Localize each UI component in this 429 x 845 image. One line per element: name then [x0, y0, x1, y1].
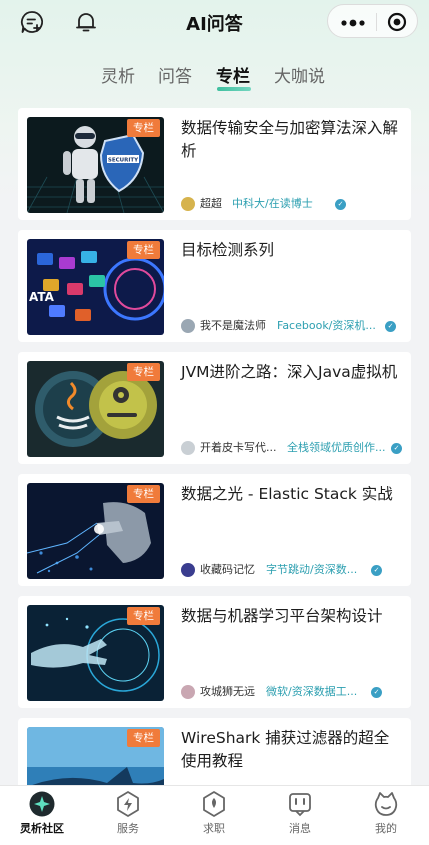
column-badge: 专栏	[127, 607, 160, 625]
column-card[interactable]: ATA 专栏 目标检测系列 我不是魔法师 Facebook/资深机... ✓	[18, 230, 411, 342]
avatar	[181, 685, 195, 699]
more-dots-icon[interactable]	[340, 15, 366, 29]
avatar	[181, 563, 195, 577]
column-cover-image: 专栏	[27, 727, 164, 785]
nav-label: 我的	[375, 822, 397, 835]
nav-messages[interactable]: 消息	[260, 790, 340, 842]
lightning-icon	[117, 791, 139, 817]
nav-label: 求职	[203, 822, 225, 835]
author-info: 攻城狮无远 微软/资深数据工... ✓	[181, 684, 403, 700]
author-org: 中科大/在读博士	[232, 197, 313, 210]
column-badge: 专栏	[127, 119, 160, 137]
nav-profile[interactable]: 我的	[346, 790, 426, 842]
column-title[interactable]: 数据传输安全与加密算法深入解析	[181, 117, 403, 163]
column-cover-image: 专栏	[27, 483, 164, 579]
verified-icon: ✓	[371, 687, 382, 698]
category-tabs: 灵析 问答 专栏 大咖说	[0, 62, 429, 92]
column-cover-image: SECURITY 专栏	[27, 117, 164, 213]
column-card[interactable]: 专栏 数据与机器学习平台架构设计 攻城狮无远 微软/资深数据工... ✓	[18, 596, 411, 708]
briefcase-icon	[203, 791, 225, 817]
column-cover-image: 专栏	[27, 605, 164, 701]
author-name[interactable]: 收藏码记忆	[200, 562, 255, 578]
bottom-nav: 灵析社区 服务 求职 消息 我的	[0, 785, 429, 845]
avatar	[181, 197, 195, 211]
column-list: SECURITY 专栏 数据传输安全与加密算法深入解析 超超 中科大/在读博士 …	[18, 108, 411, 785]
column-badge: 专栏	[127, 363, 160, 381]
verified-icon: ✓	[371, 565, 382, 576]
author-name[interactable]: 我不是魔法师	[200, 318, 266, 334]
tab-column[interactable]: 专栏	[216, 62, 250, 87]
nav-community[interactable]: 灵析社区	[2, 790, 82, 842]
avatar	[181, 441, 195, 455]
author-info: 我不是魔法师 Facebook/资深机... ✓	[181, 318, 403, 334]
message-icon	[289, 793, 311, 817]
nav-service[interactable]: 服务	[88, 790, 168, 842]
active-tab-indicator	[217, 87, 251, 91]
nav-label: 消息	[289, 822, 311, 835]
column-title[interactable]: JVM进阶之路：深入Java虚拟机	[181, 361, 403, 384]
target-icon[interactable]	[387, 12, 407, 32]
column-card[interactable]: 专栏 数据之光 - Elastic Stack 实战 收藏码记忆 字节跳动/资深…	[18, 474, 411, 586]
author-info: 超超 中科大/在读博士 ✓	[181, 196, 403, 212]
top-bar: AI问答	[0, 0, 429, 46]
verified-icon: ✓	[335, 199, 346, 210]
column-badge: 专栏	[127, 241, 160, 259]
column-cover-image: ATA 专栏	[27, 239, 164, 335]
column-badge: 专栏	[127, 729, 160, 747]
column-badge: 专栏	[127, 485, 160, 503]
column-title[interactable]: 目标检测系列	[181, 239, 403, 262]
author-name[interactable]: 开着皮卡写代...	[200, 440, 277, 456]
author-org: 字节跳动/资深数...	[266, 563, 358, 576]
column-title[interactable]: 数据与机器学习平台架构设计	[181, 605, 403, 628]
column-card[interactable]: SECURITY 专栏 数据传输安全与加密算法深入解析 超超 中科大/在读博士 …	[18, 108, 411, 220]
author-name[interactable]: 攻城狮无远	[200, 684, 255, 700]
svg-text:SECURITY: SECURITY	[108, 158, 139, 164]
author-org: 全栈领域优质创作...	[287, 441, 386, 454]
verified-icon: ✓	[385, 321, 396, 332]
author-info: 收藏码记忆 字节跳动/资深数... ✓	[181, 562, 403, 578]
column-title[interactable]: 数据之光 - Elastic Stack 实战	[181, 483, 403, 506]
mini-program-capsule	[327, 4, 418, 38]
nav-label: 灵析社区	[20, 822, 64, 835]
column-cover-image: 专栏	[27, 361, 164, 457]
verified-icon: ✓	[391, 443, 402, 454]
author-org: 微软/资深数据工...	[266, 685, 358, 698]
nav-label: 服务	[117, 822, 139, 835]
author-name[interactable]: 超超	[200, 196, 222, 212]
author-info: 开着皮卡写代... 全栈领域优质创作... ✓	[181, 440, 403, 456]
capsule-divider	[376, 13, 377, 31]
tab-experts[interactable]: 大咖说	[274, 62, 325, 87]
author-org: Facebook/资深机...	[277, 319, 376, 332]
profile-icon	[374, 792, 398, 816]
tab-qa[interactable]: 问答	[158, 62, 192, 87]
column-title[interactable]: WireShark 捕获过滤器的超全使用教程	[181, 727, 403, 773]
nav-jobs[interactable]: 求职	[174, 790, 254, 842]
svg-text:ATA: ATA	[29, 290, 55, 304]
tab-lingxi[interactable]: 灵析	[101, 62, 135, 87]
column-card[interactable]: 专栏 JVM进阶之路：深入Java虚拟机 开着皮卡写代... 全栈领域优质创作.…	[18, 352, 411, 464]
column-card[interactable]: 专栏 WireShark 捕获过滤器的超全使用教程	[18, 718, 411, 785]
avatar	[181, 319, 195, 333]
sparkle-icon	[29, 791, 55, 817]
